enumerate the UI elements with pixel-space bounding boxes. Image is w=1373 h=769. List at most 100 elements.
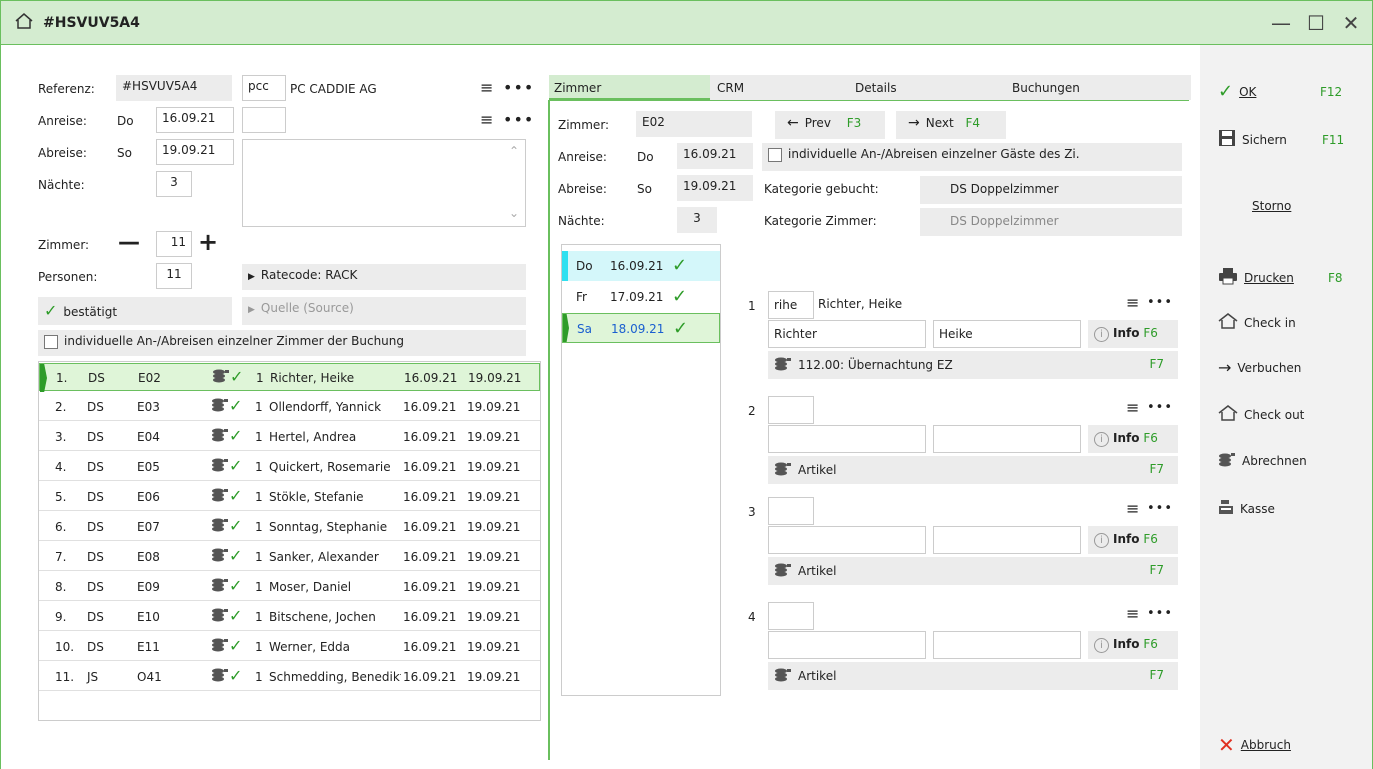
guest-article-field[interactable]: Artikel F7: [768, 662, 1178, 690]
night-item[interactable]: Sa 18.09.21 ✓: [562, 313, 720, 343]
next-button[interactable]: → Next F4: [896, 111, 1006, 139]
tab-bar: Zimmer CRM Details Buchungen: [549, 75, 1191, 100]
more-icon[interactable]: •••: [503, 78, 534, 97]
plus-button[interactable]: +: [198, 228, 218, 256]
save-icon: [1218, 129, 1236, 150]
individual-rooms-option[interactable]: individuelle An-/Abreisen einzelner Zimm…: [38, 330, 526, 356]
guest-info-button[interactable]: i Info F6: [1088, 425, 1178, 453]
night-item[interactable]: Do 16.09.21 ✓: [562, 251, 720, 281]
anreise-date-field[interactable]: 16.09.21: [156, 107, 234, 133]
guest-code-field[interactable]: [768, 602, 814, 630]
guest-info-button[interactable]: i Info F6: [1088, 631, 1178, 659]
abreise-date-field[interactable]: 19.09.21: [156, 139, 234, 165]
kasse-button[interactable]: Kasse: [1218, 499, 1275, 518]
room-row[interactable]: 11. JS O41 ✓ 1 Schmedding, Benedikt 16.09.21 19…: [39, 663, 540, 691]
guest-last-name-field[interactable]: [768, 526, 926, 554]
guest-last-name-field[interactable]: Richter: [768, 320, 926, 348]
room-row[interactable]: 4. DS E05 ✓ 1 Quickert, Rosemarie 16.09.21 19.0…: [39, 453, 540, 481]
ok-button[interactable]: ✓ OK F12: [1218, 81, 1358, 102]
room-row[interactable]: 5. DS E06 ✓ 1 Stökle, Stefanie 16.09.21 19.09.2…: [39, 483, 540, 511]
personen-field[interactable]: 11: [156, 263, 192, 289]
prev-button[interactable]: ← Prev F3: [775, 111, 885, 139]
guest-code-field[interactable]: [768, 396, 814, 424]
hamburger-menu-icon[interactable]: ≡: [480, 78, 494, 97]
individual-rooms-checkbox[interactable]: [44, 334, 58, 349]
room-row[interactable]: 2. DS E03 ✓ 1 Ollendorff, Yannick 16.09.21 19.0…: [39, 393, 540, 421]
room-row[interactable]: 8. DS E09 ✓ 1 Moser, Daniel 16.09.21 19.09.21: [39, 573, 540, 601]
naechte-field[interactable]: 3: [156, 171, 192, 197]
room-row[interactable]: 10. DS E11 ✓ 1 Werner, Edda 16.09.21 19.09.21: [39, 633, 540, 661]
night-date: 18.09.21: [611, 322, 665, 336]
room-row[interactable]: 1. DS E02 ✓ 1 Richter, Heike 16.09.21 19.09.21: [39, 363, 540, 392]
guest-first-name-field[interactable]: [933, 631, 1081, 659]
hamburger-menu-icon[interactable]: ≡: [1126, 499, 1140, 518]
verbuchen-button[interactable]: → Verbuchen: [1218, 358, 1301, 377]
minus-button[interactable]: —: [118, 232, 140, 254]
more-icon[interactable]: •••: [1147, 295, 1173, 310]
kat-zimmer-field[interactable]: DS Doppelzimmer: [920, 208, 1182, 236]
anreise-label: Anreise:: [38, 114, 87, 128]
close-button[interactable]: ✕: [1336, 11, 1366, 35]
referenz-field[interactable]: #HSVUV5A4: [116, 75, 232, 101]
room-row-from: 16.09.21: [403, 640, 457, 654]
night-item[interactable]: Fr 17.09.21 ✓: [562, 282, 720, 312]
rd-naechte-field[interactable]: 3: [677, 207, 717, 233]
kat-gebucht-field[interactable]: DS Doppelzimmer: [920, 176, 1182, 204]
individual-guests-option[interactable]: individuelle An-/Abreisen einzelner Gäst…: [762, 143, 1182, 171]
abrechnen-button[interactable]: Abrechnen: [1218, 451, 1307, 470]
anreise-extra-field[interactable]: [242, 107, 286, 133]
more-icon[interactable]: •••: [503, 110, 534, 129]
ratecode-expander[interactable]: ▶ Ratecode: RACK: [242, 264, 526, 290]
checkout-button[interactable]: Check out: [1218, 405, 1304, 424]
drucken-button[interactable]: Drucken F8: [1218, 267, 1358, 288]
guest-first-name-field[interactable]: [933, 425, 1081, 453]
tab-details[interactable]: Details: [850, 75, 1007, 100]
hamburger-menu-icon[interactable]: ≡: [480, 110, 494, 129]
individual-guests-checkbox[interactable]: [768, 147, 782, 162]
sichern-button[interactable]: Sichern F11: [1218, 129, 1358, 150]
more-icon[interactable]: •••: [1147, 400, 1173, 415]
tab-crm[interactable]: CRM: [710, 75, 850, 100]
hamburger-menu-icon[interactable]: ≡: [1126, 293, 1140, 312]
room-row[interactable]: 7. DS E08 ✓ 1 Sanker, Alexander 16.09.21 19.09.…: [39, 543, 540, 571]
guest-article-field[interactable]: 112.00: Übernachtung EZ F7: [768, 351, 1178, 379]
printer-icon: [1218, 267, 1238, 288]
quelle-expander[interactable]: ▶ Quelle (Source): [242, 297, 526, 325]
guest-article-field[interactable]: Artikel F7: [768, 456, 1178, 484]
guest-info-button[interactable]: i Info F6: [1088, 320, 1178, 348]
company-code-field[interactable]: pcc: [242, 75, 286, 101]
guest-last-name-field[interactable]: [768, 425, 926, 453]
hamburger-menu-icon[interactable]: ≡: [1126, 398, 1140, 417]
notes-textarea[interactable]: ⌃ ⌄: [242, 139, 526, 227]
room-row-from: 16.09.21: [403, 550, 457, 564]
scroll-down-icon[interactable]: ⌄: [509, 206, 519, 220]
status-badge[interactable]: ✓ bestätigt: [38, 297, 232, 325]
room-row[interactable]: 6. DS E07 ✓ 1 Sonntag, Stephanie 16.09.21 19.09…: [39, 513, 540, 541]
guest-article-field[interactable]: Artikel F7: [768, 557, 1178, 585]
guest-last-name-field[interactable]: [768, 631, 926, 659]
guest-info-button[interactable]: i Info F6: [1088, 526, 1178, 554]
guest-code-field[interactable]: rihe: [768, 291, 814, 319]
storno-button[interactable]: Storno: [1252, 199, 1291, 213]
zimmer-count-field[interactable]: 11: [156, 231, 192, 257]
maximize-button[interactable]: ☐: [1301, 11, 1331, 35]
guest-first-name-field[interactable]: Heike: [933, 320, 1081, 348]
rd-abreise-date[interactable]: 19.09.21: [677, 175, 753, 201]
minimize-button[interactable]: —: [1266, 11, 1296, 35]
scroll-up-icon[interactable]: ⌃: [509, 144, 519, 158]
tab-zimmer[interactable]: Zimmer: [549, 75, 710, 100]
room-row[interactable]: 3. DS E04 ✓ 1 Hertel, Andrea 16.09.21 19.09.21: [39, 423, 540, 451]
abbruch-button[interactable]: ✕ Abbruch: [1218, 733, 1291, 757]
room-row-qty: 1: [255, 580, 263, 594]
more-icon[interactable]: •••: [1147, 501, 1173, 516]
tab-buchungen[interactable]: Buchungen: [1007, 75, 1191, 100]
guest-first-name-field[interactable]: [933, 526, 1081, 554]
checkin-button[interactable]: Check in: [1218, 313, 1296, 332]
rd-zimmer-field[interactable]: E02: [636, 111, 752, 137]
more-icon[interactable]: •••: [1147, 606, 1173, 621]
guest-code-field[interactable]: [768, 497, 814, 525]
room-row-no: 3.: [55, 430, 67, 444]
hamburger-menu-icon[interactable]: ≡: [1126, 604, 1140, 623]
room-row[interactable]: 9. DS E10 ✓ 1 Bitschene, Jochen 16.09.21 19.09.…: [39, 603, 540, 631]
rd-anreise-date[interactable]: 16.09.21: [677, 143, 753, 169]
